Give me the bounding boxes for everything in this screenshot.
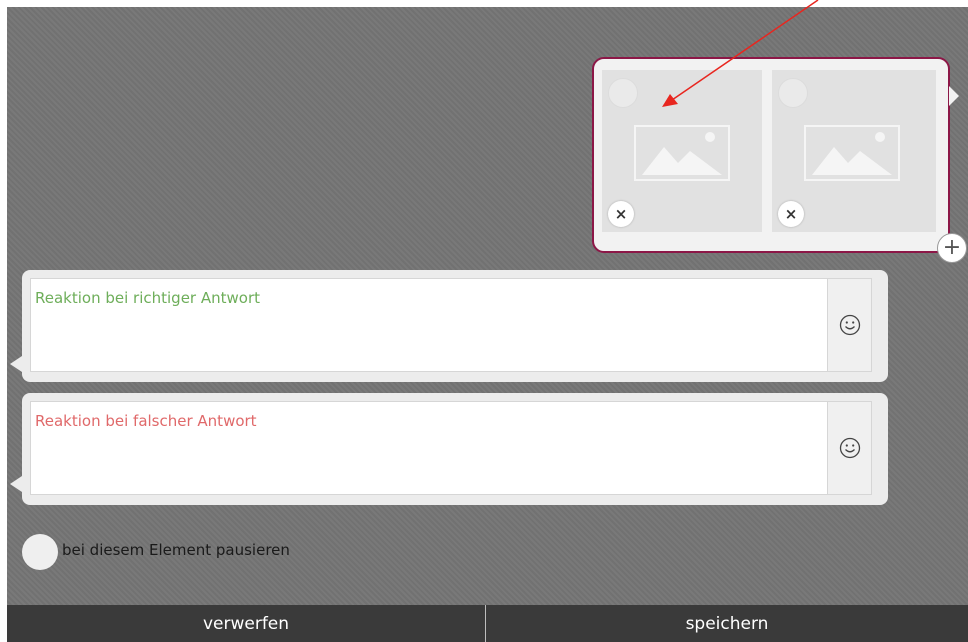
image-placeholder-icon (804, 125, 900, 185)
wrong-reaction-input[interactable]: Reaktion bei falscher Antwort (30, 401, 828, 495)
select-radio[interactable] (608, 78, 638, 108)
image-placeholder-icon (634, 125, 730, 185)
pause-toggle[interactable] (22, 534, 58, 570)
discard-button[interactable]: verwerfen (7, 605, 485, 642)
smiley-icon (839, 437, 860, 459)
image-choice-tile[interactable]: × (602, 70, 762, 232)
select-radio[interactable] (778, 78, 808, 108)
save-button[interactable]: speichern (486, 605, 968, 642)
wrong-reaction-box: Reaktion bei falscher Antwort (22, 393, 888, 505)
remove-image-button[interactable]: × (778, 201, 804, 227)
correct-reaction-input[interactable]: Reaktion bei richtiger Antwort (30, 278, 828, 372)
action-bar: verwerfen speichern (7, 605, 968, 642)
emoji-button[interactable] (828, 278, 872, 372)
smiley-icon (839, 314, 860, 336)
pause-label: bei diesem Element pausieren (62, 541, 290, 559)
bubble-pointer (10, 356, 22, 372)
bubble-pointer (10, 476, 22, 492)
add-image-button[interactable]: + (937, 233, 967, 263)
image-choice-tile[interactable]: × (772, 70, 936, 232)
emoji-button[interactable] (828, 401, 872, 495)
image-choice-card: × × (592, 57, 950, 253)
remove-image-button[interactable]: × (608, 201, 634, 227)
correct-reaction-box: Reaktion bei richtiger Antwort (22, 270, 888, 382)
card-pointer (949, 86, 959, 106)
